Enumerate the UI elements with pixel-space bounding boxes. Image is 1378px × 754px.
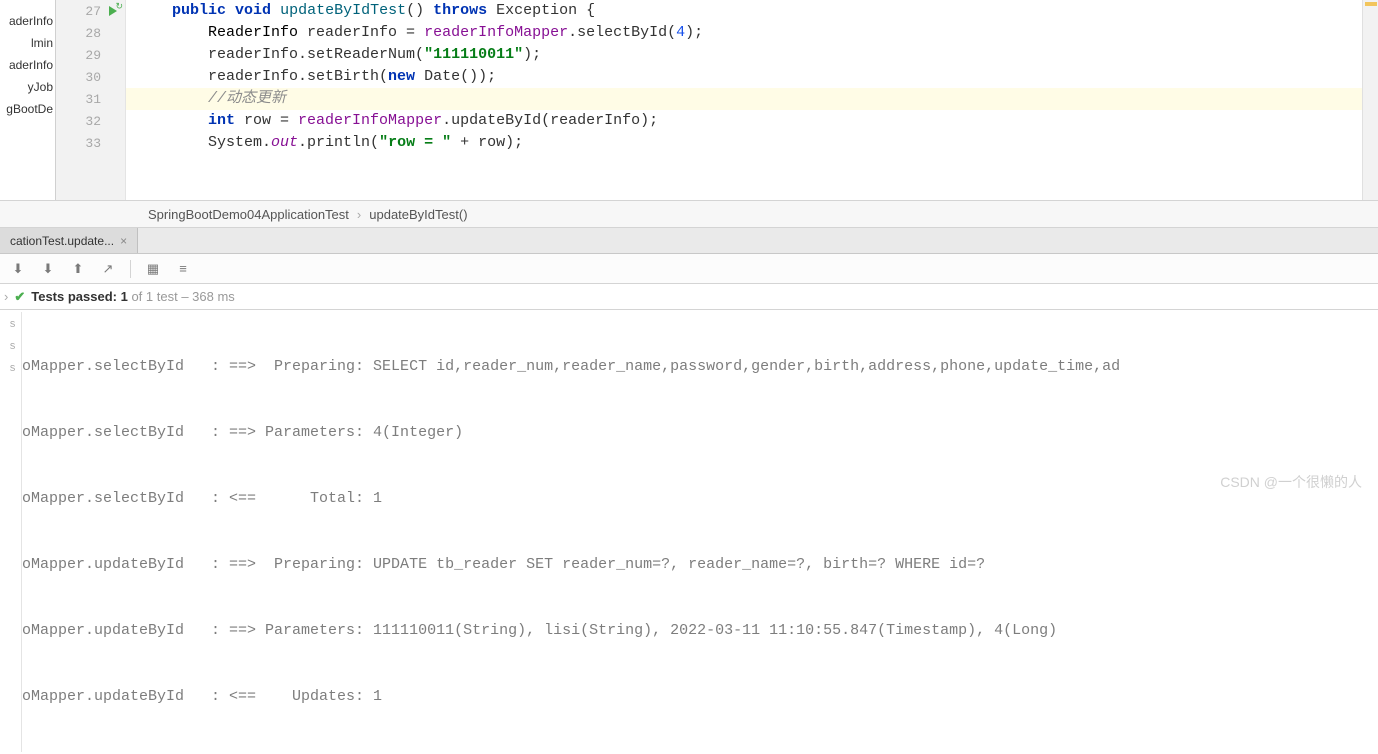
export-down-icon[interactable]: ⬇: [10, 261, 26, 277]
breadcrumb-item[interactable]: updateByIdTest(): [361, 207, 475, 222]
tests-status-bar: › ✔ Tests passed: 1 of 1 test – 368 ms: [0, 284, 1378, 310]
tree-item[interactable]: lmin: [0, 32, 55, 54]
console-line: oMapper.updateById : ==> Preparing: UPDA…: [22, 554, 1378, 576]
breadcrumb: SpringBootDemo04ApplicationTest › update…: [0, 200, 1378, 228]
export-up-icon[interactable]: ⬆: [70, 261, 86, 277]
arrow-corner-icon[interactable]: ↗: [100, 261, 116, 277]
line-number: 32: [85, 114, 101, 129]
line-number: 31: [85, 92, 101, 107]
line-number: 28: [85, 26, 101, 41]
code-line: ReaderInfo readerInfo = readerInfoMapper…: [126, 22, 1362, 44]
code-line: readerInfo.setReaderNum("111110011");: [126, 44, 1362, 66]
console-output[interactable]: s s s oMapper.selectById : ==> Preparing…: [0, 310, 1378, 754]
import-down-icon[interactable]: ⬇: [40, 261, 56, 277]
breadcrumb-item[interactable]: SpringBootDemo04ApplicationTest: [140, 207, 357, 222]
console-gutter: s s s: [4, 312, 22, 752]
tests-count-label: of 1 test – 368 ms: [128, 289, 235, 304]
console-line: oMapper.selectById : ==> Parameters: 4(I…: [22, 422, 1378, 444]
code-line: System.out.println("row = " + row);: [126, 132, 1362, 154]
run-tab-label: cationTest.update...: [10, 234, 114, 248]
checkmark-icon: ✔: [14, 289, 25, 305]
console-line: oMapper.selectById : <== Total: 1: [22, 488, 1378, 510]
console-line: oMapper.updateById : ==> Parameters: 111…: [22, 620, 1378, 642]
code-line: readerInfo.setBirth(new Date());: [126, 66, 1362, 88]
console-line: oMapper.selectById : ==> Preparing: SELE…: [22, 356, 1378, 378]
run-tab[interactable]: cationTest.update... ×: [0, 228, 138, 253]
code-editor[interactable]: public void updateByIdTest() throws Exce…: [126, 0, 1362, 200]
line-number: 29: [85, 48, 101, 63]
line-number: 27: [85, 4, 101, 19]
code-line: //动态更新: [126, 88, 1362, 110]
warning-marker[interactable]: [1365, 2, 1377, 6]
tree-item[interactable]: gBootDe: [0, 98, 55, 120]
grid-icon[interactable]: ▦: [145, 261, 161, 277]
run-tab-bar: cationTest.update... ×: [0, 228, 1378, 254]
code-line: public void updateByIdTest() throws Exce…: [126, 0, 1362, 22]
tree-item[interactable]: yJob: [0, 76, 55, 98]
chevron-right-icon[interactable]: ›: [4, 289, 8, 304]
test-toolbar: ⬇ ⬇ ⬆ ↗ ▦ ≡: [0, 254, 1378, 284]
line-number: 33: [85, 136, 101, 151]
tests-passed-label: Tests passed: 1: [31, 289, 128, 304]
tree-item[interactable]: aderInfo: [0, 10, 55, 32]
editor-gutter[interactable]: 27 28 29 30 31 32 33: [56, 0, 126, 200]
close-icon[interactable]: ×: [120, 234, 127, 248]
settings-icon[interactable]: ≡: [175, 261, 191, 277]
error-stripe[interactable]: [1362, 0, 1378, 200]
separator: [130, 260, 131, 278]
watermark: CSDN @一个很懒的人: [1220, 472, 1362, 492]
code-line: int row = readerInfoMapper.updateById(re…: [126, 110, 1362, 132]
run-test-icon[interactable]: [107, 4, 121, 18]
line-number: 30: [85, 70, 101, 85]
console-line: oMapper.updateById : <== Updates: 1: [22, 686, 1378, 708]
project-tree[interactable]: aderInfo lmin aderInfo yJob gBootDe: [0, 0, 56, 200]
tree-item[interactable]: aderInfo: [0, 54, 55, 76]
